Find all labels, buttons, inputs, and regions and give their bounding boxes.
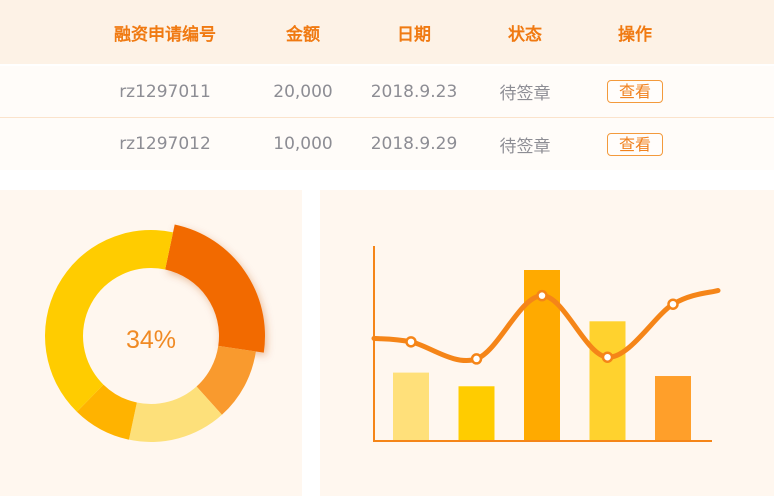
cell-amount: 20,000: [273, 81, 333, 102]
cell-action: 查看: [593, 118, 677, 170]
view-button[interactable]: 查看: [606, 132, 663, 156]
header-status: 状态: [508, 24, 542, 45]
cell-status: 待签章: [499, 84, 551, 104]
donut-slice: [45, 230, 174, 412]
cell-status: 待签章: [499, 136, 551, 157]
line-point: [667, 298, 679, 310]
table-row: rz1297012 10,000 2018.9.29 待签章 查看: [0, 118, 774, 170]
bar-line-chart: [371, 246, 721, 442]
header-date: 日期: [397, 24, 431, 45]
header-action: 操作: [618, 24, 652, 45]
donut-percent-label: 34%: [125, 326, 177, 354]
bar: [393, 372, 429, 441]
bar-line-chart-panel: [320, 190, 774, 496]
cell-date: 2018.9.29: [370, 134, 458, 154]
cell-application-id: rz1297012: [119, 134, 211, 154]
table-row: rz1297011 20,000 2018.9.23 待签章 查看: [0, 66, 774, 118]
application-table: 融资申请编号 金额 日期 状态 操作 rz1297011 20,000 2018…: [0, 0, 774, 180]
header-amount: 金额: [286, 24, 320, 45]
cell-date: 2018.9.23: [370, 81, 458, 102]
donut-chart-panel: 34%: [0, 190, 302, 496]
cell-action: 查看: [593, 66, 677, 117]
cell-application-id: rz1297011: [119, 81, 211, 102]
line-point: [470, 353, 483, 365]
line-point: [601, 351, 614, 363]
line-point: [405, 336, 417, 348]
bar: [589, 321, 626, 441]
view-button[interactable]: 查看: [606, 80, 663, 103]
line-point: [536, 289, 548, 302]
cell-amount: 10,000: [273, 134, 333, 154]
bar: [458, 386, 495, 441]
header-application-id: 融资申请编号: [114, 24, 216, 45]
bar: [655, 376, 691, 441]
table-header: 融资申请编号 金额 日期 状态 操作: [0, 0, 774, 64]
